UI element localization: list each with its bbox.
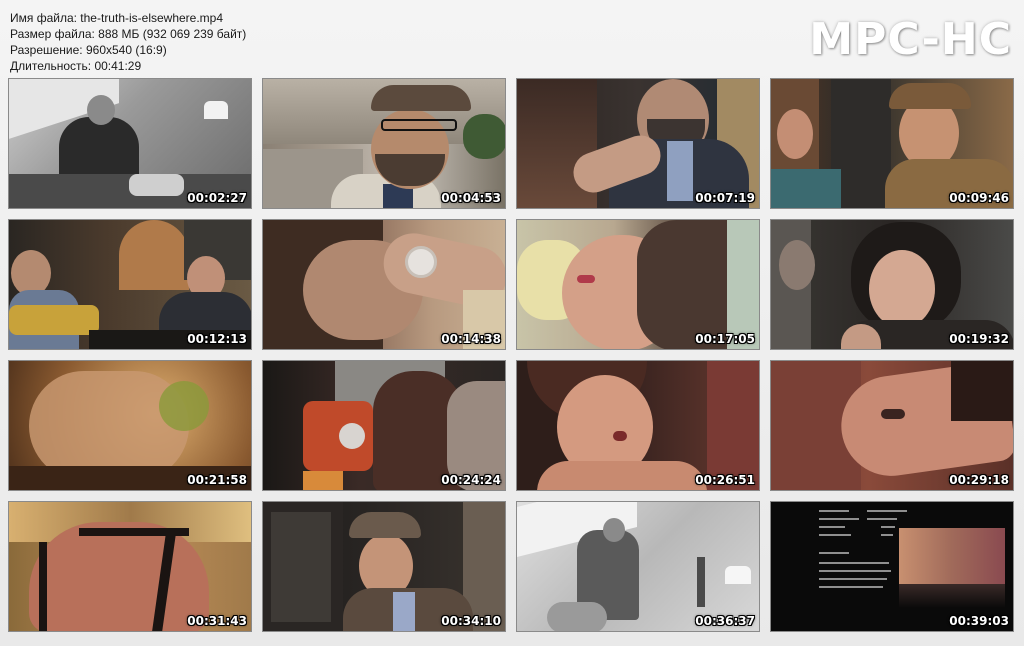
thumbnail-timestamp: 00:36:37	[695, 614, 755, 628]
thumbnail[interactable]: 00:19:32	[770, 219, 1014, 350]
thumbnail[interactable]: 00:31:43	[8, 501, 252, 632]
duration-text: Длительность: 00:41:29	[10, 59, 142, 73]
thumbnail[interactable]: 00:34:10	[262, 501, 506, 632]
thumbnail-timestamp: 00:09:46	[949, 191, 1009, 205]
thumbnail-timestamp: 00:26:51	[695, 473, 755, 487]
thumbnail-timestamp: 00:12:13	[187, 332, 247, 346]
file-name-text: Имя файла: the-truth-is-elsewhere.mp4	[10, 11, 224, 25]
thumbnail[interactable]: 00:02:27	[8, 78, 252, 209]
thumbnail-timestamp: 00:21:58	[187, 473, 247, 487]
thumbnail-timestamp: 00:24:24	[441, 473, 501, 487]
thumbnail[interactable]: 00:36:37	[516, 501, 760, 632]
thumbnail-timestamp: 00:17:05	[695, 332, 755, 346]
thumbnail-timestamp: 00:34:10	[441, 614, 501, 628]
thumbnail[interactable]: 00:17:05	[516, 219, 760, 350]
thumbnail-grid: 00:02:27 00:04:53 00:07:19 00:09:46 00:1…	[8, 78, 1018, 638]
thumbnail-timestamp: 00:31:43	[187, 614, 247, 628]
thumbnail-timestamp: 00:02:27	[187, 191, 247, 205]
thumbnail-timestamp: 00:07:19	[695, 191, 755, 205]
file-size-text: Размер файла: 888 МБ (932 069 239 байт)	[10, 27, 247, 41]
thumbnail[interactable]: 00:09:46	[770, 78, 1014, 209]
thumbnail-timestamp: 00:04:53	[441, 191, 501, 205]
thumbnail[interactable]: 00:07:19	[516, 78, 760, 209]
thumbnail-timestamp: 00:29:18	[949, 473, 1009, 487]
thumbnail[interactable]: 00:14:38	[262, 219, 506, 350]
thumbnail-timestamp: 00:39:03	[949, 614, 1009, 628]
thumbnail[interactable]: 00:04:53	[262, 78, 506, 209]
thumbnail[interactable]: 00:24:24	[262, 360, 506, 491]
thumbnail-timestamp: 00:14:38	[441, 332, 501, 346]
resolution-text: Разрешение: 960x540 (16:9)	[10, 43, 167, 57]
thumbnail[interactable]: 00:12:13	[8, 219, 252, 350]
thumbnail[interactable]: 00:21:58	[8, 360, 252, 491]
thumbnail[interactable]: 00:26:51	[516, 360, 760, 491]
thumbnail-timestamp: 00:19:32	[949, 332, 1009, 346]
thumbnail[interactable]: 00:39:03	[770, 501, 1014, 632]
file-info-panel: Имя файла: the-truth-is-elsewhere.mp4 Ра…	[10, 10, 246, 74]
mpc-hc-logo: MPC-HC	[809, 14, 1012, 65]
thumbnail[interactable]: 00:29:18	[770, 360, 1014, 491]
